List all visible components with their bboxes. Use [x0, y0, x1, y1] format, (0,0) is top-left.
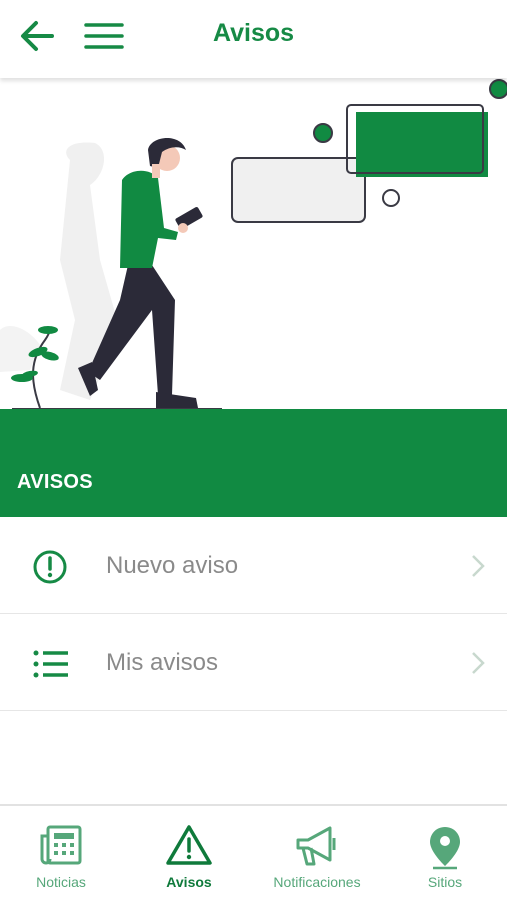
chevron-right-icon: [472, 652, 485, 674]
list-icon: [33, 650, 68, 678]
tab-sitios[interactable]: Sitios: [384, 806, 506, 900]
list-item-nuevo-aviso[interactable]: Nuevo aviso: [0, 517, 507, 614]
megaphone-icon: [296, 826, 336, 866]
map-pin-icon: [430, 827, 460, 870]
list-item-mis-avisos[interactable]: Mis avisos: [0, 614, 507, 711]
warning-triangle-icon: [166, 825, 212, 865]
list-item-label: Mis avisos: [106, 649, 219, 676]
chevron-right-icon: [472, 555, 485, 577]
tab-noticias[interactable]: Noticias: [0, 806, 122, 900]
top-app-bar: Avisos: [0, 0, 507, 78]
tab-label: Sitios: [427, 874, 463, 890]
page-title: Avisos: [212, 19, 295, 47]
section-title: AVISOS: [17, 471, 93, 493]
exclamation-circle-icon: [33, 550, 67, 584]
tab-notificaciones[interactable]: Notificaciones: [256, 806, 378, 900]
person-walking-with-phone-illustration: [0, 79, 507, 410]
list-item-label: Nuevo aviso: [106, 552, 239, 579]
tab-avisos[interactable]: Avisos: [128, 806, 250, 900]
tab-label: Avisos: [166, 874, 212, 890]
bottom-tab-bar: Noticias Avisos Notificaciones Sitios: [0, 804, 507, 900]
newspaper-icon: [40, 825, 82, 865]
options-list: Nuevo aviso Mis avisos: [0, 517, 507, 711]
hero-illustration: [0, 78, 507, 410]
tab-label: Notificaciones: [273, 874, 361, 890]
tab-label: Noticias: [36, 874, 86, 890]
section-banner: AVISOS: [0, 409, 507, 517]
